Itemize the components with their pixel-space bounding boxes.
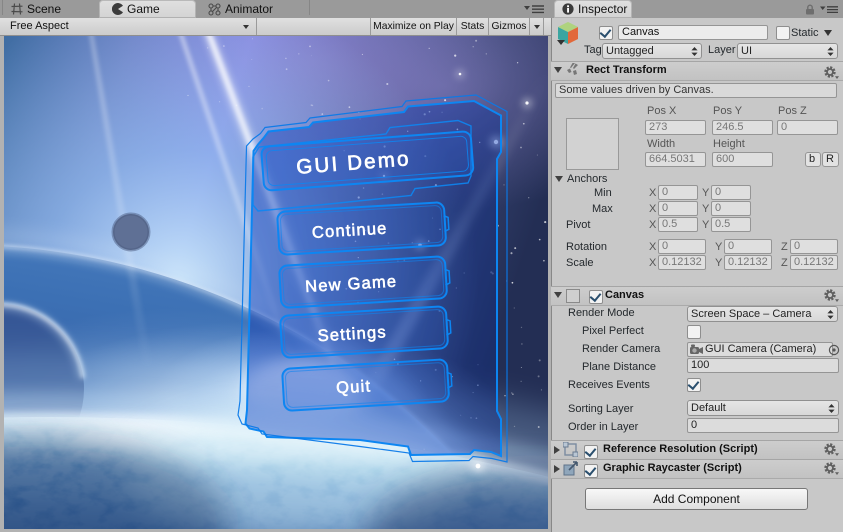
svg-text:Quit: Quit: [336, 377, 372, 397]
